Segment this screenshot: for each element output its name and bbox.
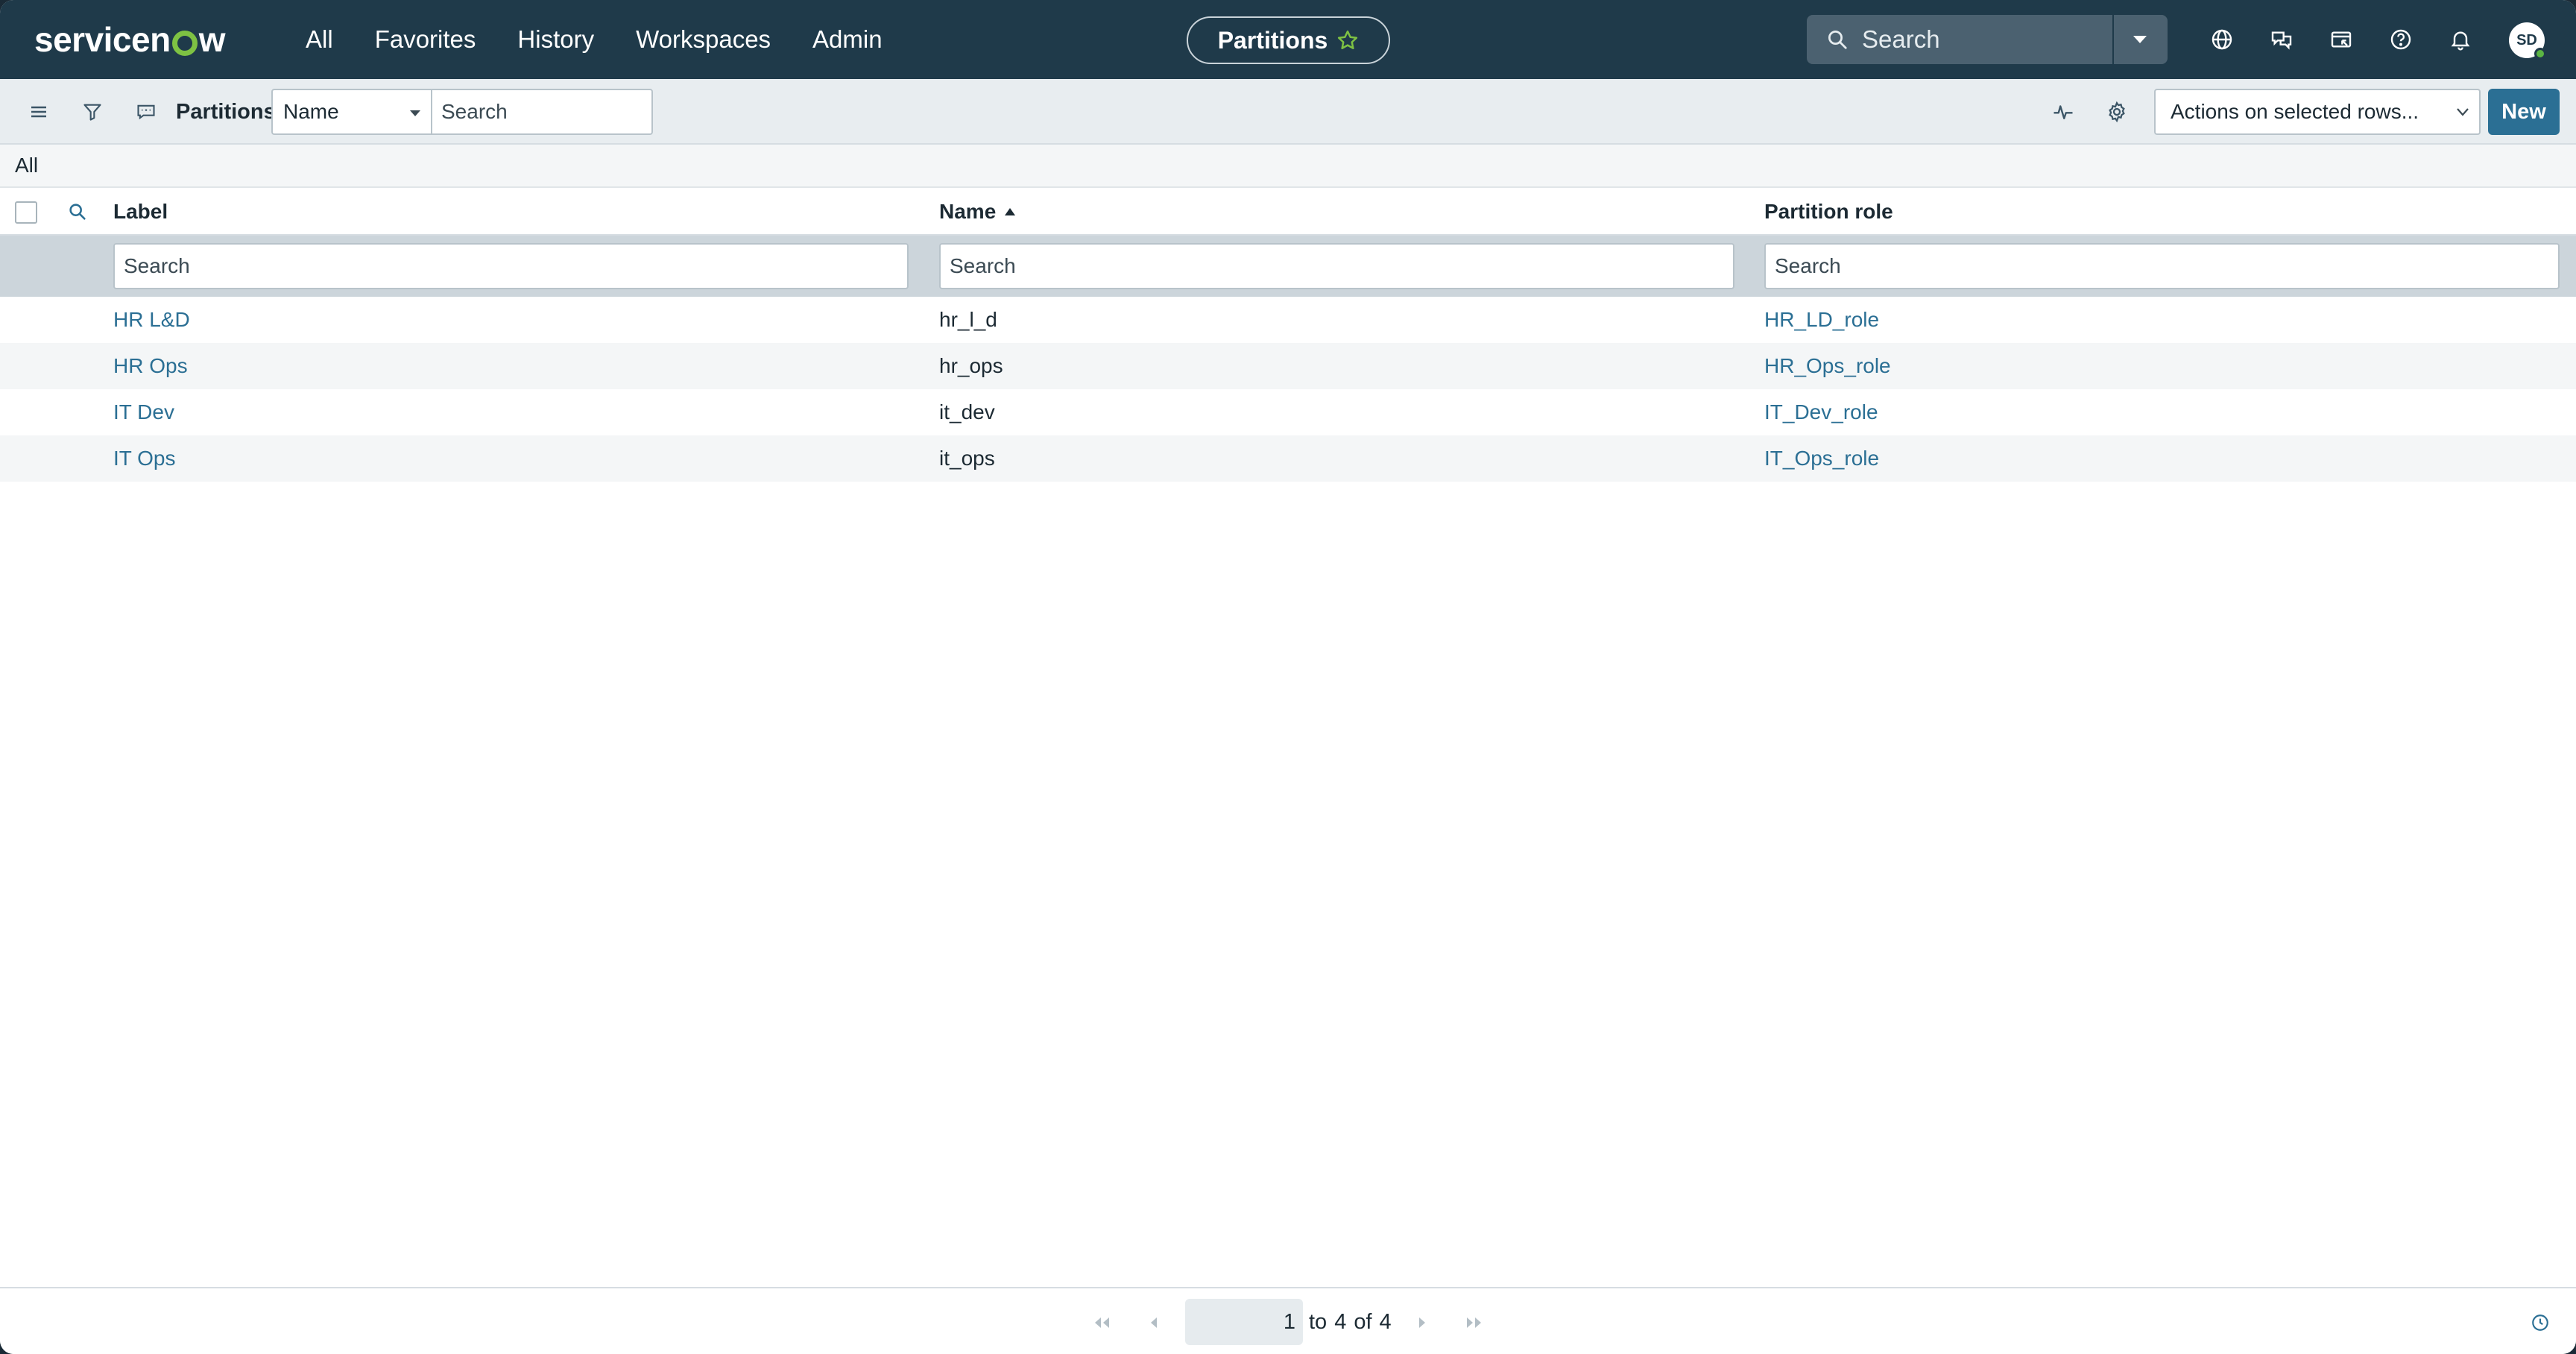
nav-link-history[interactable]: History xyxy=(517,25,594,54)
context-pill-label: Partitions xyxy=(1217,26,1328,54)
list-title: Partitions xyxy=(176,99,276,124)
row-role-link[interactable]: HR_LD_role xyxy=(1764,297,1879,343)
header-icons xyxy=(2199,16,2497,63)
first-page-icon[interactable] xyxy=(1088,1309,1115,1336)
actions-select[interactable]: Actions on selected rows... xyxy=(2154,89,2481,135)
app-window: servicen w All Favorites History Workspac… xyxy=(0,0,2576,1354)
page-to-word: to xyxy=(1309,1309,1328,1334)
table-row[interactable]: HR L&D hr_l_d HR_LD_role xyxy=(0,297,2576,343)
search-field-select[interactable]: Name xyxy=(271,89,432,135)
global-search-placeholder: Search xyxy=(1862,25,1940,53)
last-page-icon[interactable] xyxy=(1461,1309,1488,1336)
presence-dot xyxy=(2534,48,2546,60)
table-header: Label Name Partition role xyxy=(0,188,2576,236)
logo-text-start: servicen xyxy=(34,20,171,59)
row-label-link[interactable]: IT Dev xyxy=(113,389,174,435)
column-header-label-text: Label xyxy=(113,200,168,223)
pagination-bar: 1 to 4 of 4 xyxy=(0,1287,2576,1354)
table-body: HR L&D hr_l_d HR_LD_role HR Ops hr_ops H… xyxy=(0,297,2576,482)
row-label-link[interactable]: HR L&D xyxy=(113,297,190,343)
globe-icon[interactable] xyxy=(2199,16,2245,63)
activity-icon[interactable] xyxy=(2047,95,2080,128)
avatar-initials: SD xyxy=(2516,31,2537,48)
column-header-name-text: Name xyxy=(939,200,997,223)
page-of-word: of xyxy=(1354,1309,1372,1334)
chat-icon[interactable] xyxy=(2258,16,2305,63)
row-name: it_ops xyxy=(939,447,995,470)
page-total: 4 xyxy=(1379,1309,1392,1334)
row-name: hr_ops xyxy=(939,354,1003,377)
next-page-icon[interactable] xyxy=(1409,1309,1436,1336)
column-filter-row: Search Search Search xyxy=(0,236,2576,297)
breadcrumb: All xyxy=(0,145,2576,188)
table-row[interactable]: IT Ops it_ops IT_Ops_role xyxy=(0,435,2576,482)
actions-select-value: Actions on selected rows... xyxy=(2171,100,2419,123)
column-header-role-text: Partition role xyxy=(1764,200,1893,223)
nav-link-all[interactable]: All xyxy=(306,25,333,54)
label-filter-input[interactable]: Search xyxy=(113,243,909,289)
column-header-partition-role[interactable]: Partition role xyxy=(1764,188,1893,236)
row-label-link[interactable]: IT Ops xyxy=(113,435,176,482)
logo-text-end: w xyxy=(198,20,226,59)
table-row[interactable]: HR Ops hr_ops HR_Ops_role xyxy=(0,343,2576,389)
page-end: 4 xyxy=(1334,1309,1347,1334)
breadcrumb-all[interactable]: All xyxy=(15,154,38,177)
logo-ring-icon xyxy=(171,31,198,56)
page-number-input[interactable]: 1 xyxy=(1185,1299,1303,1345)
new-button[interactable]: New xyxy=(2488,89,2560,135)
row-role-link[interactable]: IT_Dev_role xyxy=(1764,389,1878,435)
servicenow-logo[interactable]: servicen w xyxy=(34,13,225,66)
hamburger-menu-icon[interactable] xyxy=(22,95,55,128)
gear-icon[interactable] xyxy=(2100,95,2133,128)
bell-icon[interactable] xyxy=(2437,16,2484,63)
column-search-toggle[interactable] xyxy=(60,188,88,236)
search-field-value: Name xyxy=(283,100,339,123)
caret-down-icon xyxy=(410,110,420,116)
nav-link-favorites[interactable]: Favorites xyxy=(375,25,476,54)
chevron-down-icon xyxy=(2457,108,2469,116)
role-filter-input[interactable]: Search xyxy=(1764,243,2560,289)
column-header-name[interactable]: Name xyxy=(939,188,1017,236)
clock-icon[interactable] xyxy=(2528,1311,2552,1335)
image-icon[interactable] xyxy=(2318,16,2364,63)
row-role-link[interactable]: IT_Ops_role xyxy=(1764,435,1879,482)
search-icon xyxy=(69,204,86,220)
select-all-checkbox[interactable] xyxy=(15,201,37,224)
nav-links: All Favorites History Workspaces Admin xyxy=(306,0,924,79)
row-name: hr_l_d xyxy=(939,308,997,331)
help-icon[interactable] xyxy=(2378,16,2424,63)
page-range-text: to 4 of 4 xyxy=(1309,1299,1399,1345)
user-avatar[interactable]: SD xyxy=(2509,22,2546,60)
row-name: it_dev xyxy=(939,400,995,423)
table-row[interactable]: IT Dev it_dev IT_Dev_role xyxy=(0,389,2576,435)
chevron-down-icon xyxy=(2133,36,2147,43)
nav-link-workspaces[interactable]: Workspaces xyxy=(636,25,771,54)
star-icon[interactable] xyxy=(1336,29,1359,51)
top-nav: servicen w All Favorites History Workspac… xyxy=(0,0,2576,79)
search-icon xyxy=(1828,31,1847,49)
global-search-input[interactable]: Search xyxy=(1807,15,2114,64)
comment-icon[interactable] xyxy=(130,95,162,128)
global-search: Search xyxy=(1807,15,2168,64)
nav-link-admin[interactable]: Admin xyxy=(812,25,883,54)
filter-icon[interactable] xyxy=(76,95,109,128)
context-pill[interactable]: Partitions xyxy=(1187,16,1390,64)
previous-page-icon[interactable] xyxy=(1140,1309,1167,1336)
row-label-link[interactable]: HR Ops xyxy=(113,343,188,389)
row-role-link[interactable]: HR_Ops_role xyxy=(1764,343,1891,389)
name-filter-input[interactable]: Search xyxy=(939,243,1734,289)
sort-ascending-icon xyxy=(1005,208,1016,215)
search-scope-dropdown[interactable] xyxy=(2114,15,2166,64)
list-toolbar: Partitions Name Search Actions on select… xyxy=(0,79,2576,145)
column-header-label[interactable]: Label xyxy=(113,188,168,236)
list-search-input[interactable]: Search xyxy=(431,89,653,135)
